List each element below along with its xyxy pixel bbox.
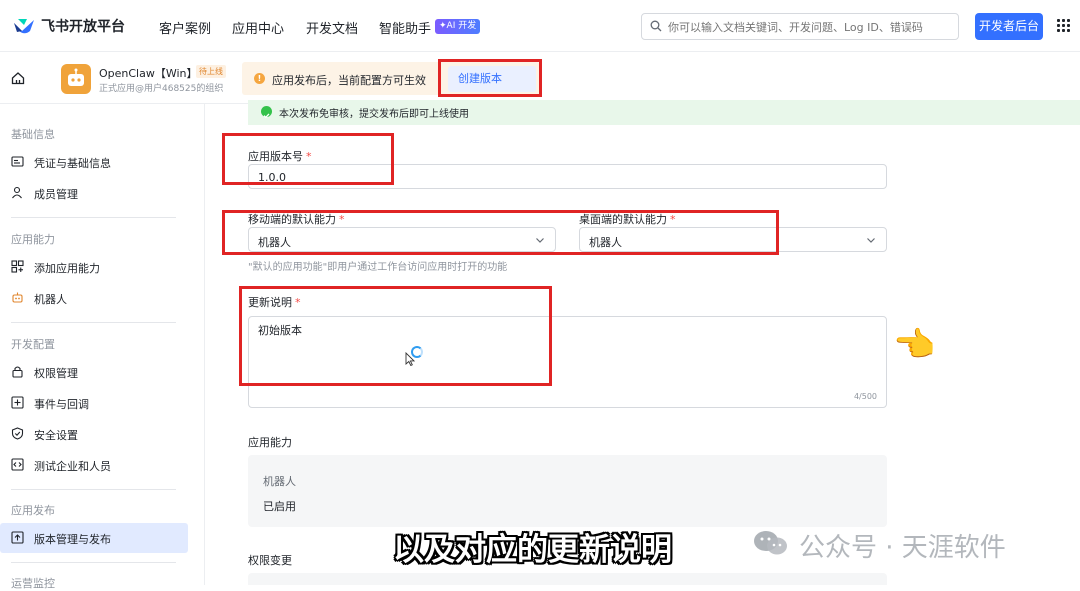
code-icon bbox=[11, 458, 24, 471]
app-name: OpenClaw【Win】 bbox=[99, 67, 198, 80]
watermark-text: 公众号 · 天涯软件 bbox=[799, 533, 1006, 563]
sidebar-item-label: 安全设置 bbox=[34, 429, 78, 442]
sidebar-item-credentials[interactable]: 凭证与基础信息 bbox=[0, 147, 188, 177]
sidebar-divider bbox=[11, 322, 176, 323]
platform-title[interactable]: 飞书开放平台 bbox=[41, 16, 125, 36]
developer-console-button[interactable]: 开发者后台 bbox=[975, 13, 1043, 40]
sidebar-group-release: 应用发布 bbox=[11, 504, 55, 517]
upload-icon bbox=[11, 531, 24, 544]
sidebar-item-add-capability[interactable]: 添加应用能力 bbox=[0, 252, 188, 282]
notice-text: 应用发布后，当前配置方可生效 bbox=[272, 74, 426, 87]
sidebar-divider bbox=[11, 489, 176, 490]
app-avatar-robot-icon bbox=[61, 64, 91, 94]
home-icon[interactable] bbox=[11, 71, 25, 85]
permission-section-title: 权限变更 bbox=[248, 554, 292, 567]
chevron-down-icon bbox=[867, 238, 875, 243]
nav-customer-cases[interactable]: 客户案例 bbox=[159, 18, 211, 37]
apps-grid-icon[interactable] bbox=[1057, 19, 1071, 33]
search-box[interactable] bbox=[641, 13, 959, 40]
check-circle-icon bbox=[261, 106, 272, 119]
feishu-logo-icon[interactable] bbox=[13, 17, 35, 35]
annotation-box-default-capability bbox=[222, 210, 779, 255]
annotation-box-update-notes bbox=[239, 286, 552, 386]
nav-app-center[interactable]: 应用中心 bbox=[232, 18, 284, 37]
sidebar: 基础信息 凭证与基础信息 成员管理 应用能力 添加应用能力 机器人 开发配置 权… bbox=[0, 104, 205, 590]
success-banner: 本次发布免审核，提交发布后即可上线使用 bbox=[248, 100, 1080, 125]
sidebar-item-label: 添加应用能力 bbox=[34, 262, 100, 275]
id-card-icon bbox=[11, 156, 24, 167]
sidebar-item-label: 版本管理与发布 bbox=[34, 533, 111, 546]
watermark: 公众号 · 天涯软件 bbox=[752, 526, 1052, 563]
sidebar-item-events[interactable]: 事件与回调 bbox=[0, 388, 188, 418]
sidebar-group-monitoring: 运营监控 bbox=[11, 577, 55, 590]
char-counter: 4/500 bbox=[853, 392, 877, 401]
add-grid-icon bbox=[11, 260, 24, 273]
video-subtitle: 以及对应的更新说明 bbox=[393, 532, 672, 568]
app-status-badge: 待上线 bbox=[196, 65, 226, 78]
top-navigation-bar: 飞书开放平台 客户案例 应用中心 开发文档 智能助手 ✦AI 开发 开发者后台 bbox=[0, 0, 1080, 52]
search-icon bbox=[650, 20, 662, 32]
pointing-hand-icon: 👈 bbox=[893, 325, 936, 365]
app-organization: 正式应用@用户468525的组织 bbox=[99, 84, 224, 94]
shield-icon bbox=[11, 427, 24, 440]
sidebar-item-security[interactable]: 安全设置 bbox=[0, 419, 188, 449]
sidebar-divider bbox=[11, 562, 176, 563]
nav-dev-docs[interactable]: 开发文档 bbox=[306, 18, 358, 37]
sidebar-group-capability: 应用能力 bbox=[11, 233, 55, 246]
capability-section-title: 应用能力 bbox=[248, 436, 292, 449]
annotation-box-create-version bbox=[438, 59, 542, 97]
event-icon bbox=[11, 396, 24, 409]
wechat-icon bbox=[754, 531, 787, 555]
nav-smart-assistant[interactable]: 智能助手 bbox=[379, 18, 431, 37]
warning-icon: ! bbox=[254, 73, 265, 84]
sidebar-item-label: 成员管理 bbox=[34, 188, 78, 201]
sidebar-item-version-release[interactable]: 版本管理与发布 bbox=[0, 523, 188, 553]
default-capability-hint: "默认的应用功能"即用户通过工作台访问应用时打开的功能 bbox=[248, 262, 508, 273]
sidebar-group-basic: 基础信息 bbox=[11, 128, 55, 141]
permission-card bbox=[248, 573, 887, 585]
user-icon bbox=[12, 186, 22, 199]
sidebar-item-test-tenants[interactable]: 测试企业和人员 bbox=[0, 450, 188, 480]
search-input[interactable] bbox=[668, 18, 954, 36]
success-text: 本次发布免审核，提交发布后即可上线使用 bbox=[279, 109, 469, 120]
sidebar-divider bbox=[11, 217, 176, 218]
sidebar-item-label: 事件与回调 bbox=[34, 398, 89, 411]
sidebar-group-dev-config: 开发配置 bbox=[11, 338, 55, 351]
sidebar-item-label: 机器人 bbox=[34, 293, 67, 306]
sidebar-item-label: 测试企业和人员 bbox=[34, 460, 111, 473]
sidebar-item-robot[interactable]: 机器人 bbox=[0, 283, 188, 313]
sidebar-item-permissions[interactable]: 权限管理 bbox=[0, 357, 188, 387]
lock-icon bbox=[12, 366, 23, 378]
sidebar-item-label: 权限管理 bbox=[34, 367, 78, 380]
ai-dev-badge[interactable]: ✦AI 开发 bbox=[435, 19, 481, 34]
capability-name: 机器人 bbox=[263, 475, 296, 488]
capability-status: 已启用 bbox=[263, 500, 296, 513]
sidebar-item-label: 凭证与基础信息 bbox=[34, 157, 111, 170]
sidebar-item-members[interactable]: 成员管理 bbox=[0, 178, 188, 208]
robot-icon bbox=[12, 292, 23, 303]
annotation-box-version bbox=[222, 133, 394, 185]
capability-card: 机器人 已启用 bbox=[248, 455, 887, 527]
